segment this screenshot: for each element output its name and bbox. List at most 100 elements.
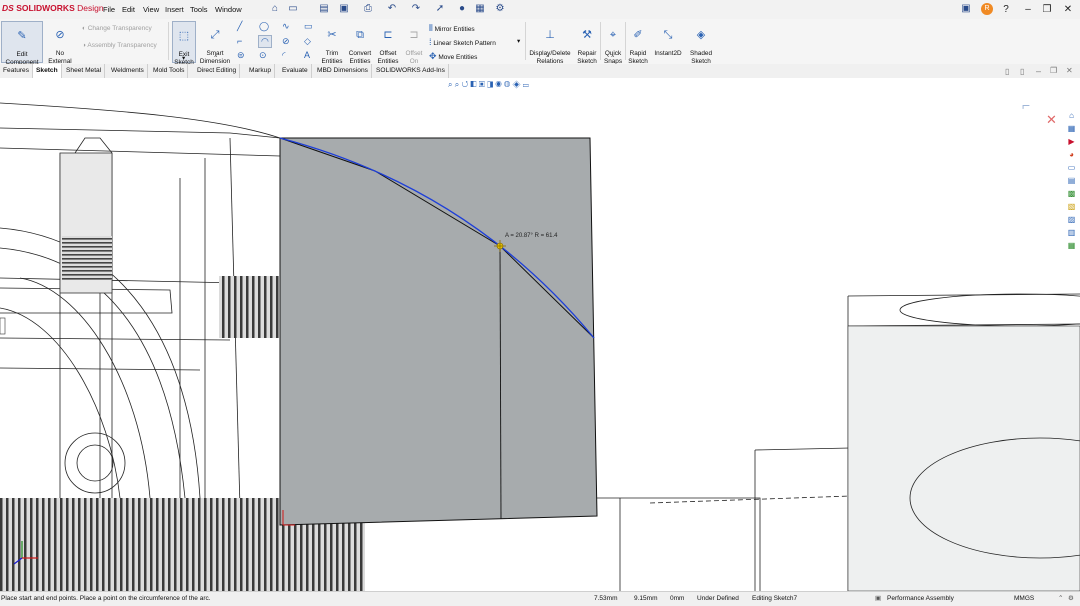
- menu-edit[interactable]: Edit: [122, 5, 135, 14]
- point-icon[interactable]: ◇: [304, 36, 311, 47]
- view-orientation-icon[interactable]: ▣: [479, 80, 485, 89]
- mirror-entities-button[interactable]: ⫴ Mirror Entities: [429, 23, 475, 34]
- zoom-to-area-icon[interactable]: ⌕: [455, 80, 459, 89]
- arc-icon[interactable]: ◠: [258, 35, 272, 48]
- minimize-icon[interactable]: –: [1021, 3, 1035, 16]
- smart-dimension-dropdown-icon[interactable]: ⌃: [213, 54, 218, 62]
- move-entities-button[interactable]: ✥ Move Entities: [429, 51, 477, 62]
- undo-icon[interactable]: ↶: [386, 3, 398, 15]
- task-pane-3dexperience-icon[interactable]: ▶: [1066, 136, 1077, 147]
- options-gear-icon[interactable]: ⚙: [494, 3, 506, 15]
- repair-sketch-icon: ⚒: [582, 28, 592, 41]
- tab-weldments[interactable]: Weldments: [108, 64, 148, 78]
- rebuild-traffic-light-icon[interactable]: ●: [456, 3, 468, 15]
- circle-icon[interactable]: ◯: [259, 21, 269, 32]
- menu-window[interactable]: Window: [215, 5, 242, 14]
- tab-direct-editing[interactable]: Direct Editing: [194, 64, 241, 78]
- instant2d-icon: ⤡: [663, 28, 673, 41]
- tab-sketch[interactable]: Sketch: [33, 64, 62, 78]
- viewport-expand-icon[interactable]: ▯: [1020, 67, 1024, 76]
- relations-dropdown-icon[interactable]: ⌃: [545, 54, 550, 62]
- line-icon[interactable]: ╱: [237, 21, 242, 32]
- task-pane-file-explorer-icon[interactable]: ▭: [1066, 162, 1077, 173]
- search-commands-icon[interactable]: ▣: [960, 3, 972, 15]
- change-transparency-button[interactable]: ◐ Change Transparency: [82, 25, 152, 32]
- restore-icon[interactable]: ❐: [1040, 3, 1054, 16]
- task-pane-toolbox-icon[interactable]: ▥: [1066, 227, 1077, 238]
- menu-tools[interactable]: Tools: [190, 5, 208, 14]
- zoom-to-fit-icon[interactable]: ⌕: [448, 80, 452, 89]
- viewport-split-icon[interactable]: ▯: [1005, 67, 1009, 76]
- view-settings-icon[interactable]: ▭: [523, 80, 529, 89]
- save-icon[interactable]: ▣: [338, 3, 350, 15]
- viewport-close-icon[interactable]: ✕: [1066, 66, 1073, 75]
- spline-icon[interactable]: ∿: [282, 21, 290, 32]
- trim-entities-button[interactable]: ✂ Trim Entities: [319, 21, 345, 65]
- task-pane-forum-icon[interactable]: ▨: [1066, 214, 1077, 225]
- close-icon[interactable]: ✕: [1061, 3, 1075, 16]
- section-view-icon[interactable]: ◧: [470, 80, 476, 89]
- tab-markup[interactable]: Markup: [246, 64, 275, 78]
- tab-mbd-dimensions[interactable]: MBD Dimensions: [314, 64, 372, 78]
- tab-evaluate[interactable]: Evaluate: [279, 64, 312, 78]
- user-avatar[interactable]: R: [981, 3, 993, 15]
- help-icon[interactable]: ?: [999, 3, 1013, 16]
- repair-sketch-button[interactable]: ⚒ Repair Sketch: [575, 21, 599, 65]
- display-style-icon[interactable]: ◨: [487, 80, 493, 89]
- offset-entities-button[interactable]: ⊏ Offset Entities: [375, 21, 401, 65]
- units-dropdown-icon[interactable]: ⌃: [1058, 592, 1063, 605]
- quick-snaps-dropdown-icon[interactable]: ⌃: [610, 54, 615, 62]
- task-pane-custom-properties-icon[interactable]: ▩: [1066, 188, 1077, 199]
- menu-file[interactable]: File: [103, 5, 115, 14]
- new-document-icon[interactable]: ▭: [287, 3, 299, 15]
- menu-view[interactable]: View: [143, 5, 159, 14]
- task-pane-scene-icon[interactable]: ▦: [1066, 240, 1077, 251]
- assembly-transparency-button[interactable]: ◑ Assembly Transparency: [82, 42, 157, 49]
- viewport-minimize-icon[interactable]: –: [1036, 66, 1041, 76]
- status-settings-icon[interactable]: ⚙: [1068, 592, 1074, 605]
- edit-component-button[interactable]: ✎ Edit Component: [1, 21, 43, 66]
- hide-show-items-icon[interactable]: ◉: [495, 80, 501, 89]
- edit-appearance-icon[interactable]: ◍: [504, 80, 510, 89]
- fillet-icon[interactable]: ◜: [282, 50, 286, 61]
- previous-view-icon[interactable]: ↺: [461, 80, 468, 89]
- instant2d-button[interactable]: ⤡ Instant2D: [653, 21, 683, 58]
- ellipse-icon[interactable]: ⊘: [282, 36, 290, 47]
- linear-sketch-pattern-button[interactable]: ⁞ Linear Sketch Pattern: [429, 37, 496, 47]
- tab-solidworks-add-ins[interactable]: SOLIDWORKS Add-Ins: [373, 64, 449, 78]
- viewport-restore-icon[interactable]: ❐: [1050, 66, 1057, 75]
- confirm-sketch-icon[interactable]: ⌐: [1022, 97, 1030, 113]
- rapid-sketch-button[interactable]: ✐ Rapid Sketch: [627, 21, 649, 65]
- rectangle-icon[interactable]: ⌐: [237, 36, 242, 46]
- tab-features[interactable]: Features: [0, 64, 34, 78]
- graphics-area[interactable]: A = 20.87° R = 61.4 ⌕ ⌕ ↺ ◧ ▣ ◨ ◉ ◍ ◈ ▭: [0, 78, 1080, 591]
- polygon-icon[interactable]: ⊙: [259, 50, 267, 61]
- apply-scene-icon[interactable]: ◈: [512, 80, 520, 89]
- sketch-text-icon[interactable]: ▭: [304, 21, 313, 32]
- status-configuration[interactable]: Performance Assembly: [887, 592, 954, 605]
- menu-insert[interactable]: Insert: [165, 5, 184, 14]
- slot-icon[interactable]: ⊜: [237, 50, 245, 61]
- select-pointer-icon[interactable]: ➚: [434, 3, 446, 15]
- sketch-face[interactable]: [279, 137, 598, 526]
- task-pane-library-icon[interactable]: ▦: [1066, 123, 1077, 134]
- print-icon[interactable]: ⎙: [362, 3, 374, 15]
- task-pane-design-library-icon[interactable]: ▧: [1066, 201, 1077, 212]
- tab-sheet-metal[interactable]: Sheet Metal: [63, 64, 106, 78]
- solidworks-logo[interactable]: DS SOLIDWORKS Design: [2, 3, 104, 13]
- exit-sketch-dropdown-icon[interactable]: ▾: [182, 54, 185, 62]
- model-drawing[interactable]: [0, 78, 1080, 591]
- task-pane-resources-icon[interactable]: ⌂: [1066, 110, 1077, 121]
- task-pane-appearances-icon[interactable]: ◕: [1066, 149, 1077, 160]
- sketch-pattern-dropdown-icon[interactable]: ▾: [517, 37, 520, 45]
- open-folder-icon[interactable]: ▤: [318, 3, 330, 15]
- plane-icon[interactable]: A: [304, 50, 310, 60]
- status-units[interactable]: MMGS: [1014, 592, 1034, 605]
- home-icon[interactable]: ⌂: [269, 3, 281, 15]
- convert-entities-button[interactable]: ⧉ Convert Entities: [346, 21, 374, 65]
- cancel-sketch-icon[interactable]: ✕: [1046, 112, 1057, 128]
- tab-mold-tools[interactable]: Mold Tools: [150, 64, 189, 78]
- redo-icon[interactable]: ↷: [410, 3, 422, 15]
- task-pane-view-palette-icon[interactable]: ▤: [1066, 175, 1077, 186]
- file-properties-icon[interactable]: ▦: [474, 3, 486, 15]
